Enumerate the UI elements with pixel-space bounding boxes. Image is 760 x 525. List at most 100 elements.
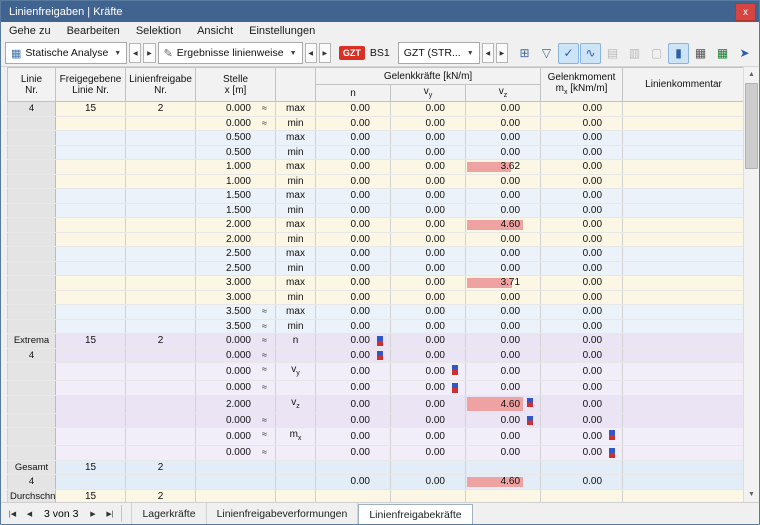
copy-table-icon[interactable]: ⊞ <box>514 43 535 64</box>
table-row[interactable]: 40.000.004.600.00 <box>8 475 744 490</box>
results-next-button[interactable]: ▶ <box>319 43 331 63</box>
scroll-thumb[interactable] <box>745 83 758 169</box>
col-header-freigegebene: FreigegebeneLinie Nr. <box>56 68 126 102</box>
cell-vy: 0.00 <box>391 102 466 117</box>
table-row[interactable]: 1.000max0.000.003.620.00 <box>8 160 744 175</box>
cell-vz: 0.00 <box>466 247 541 262</box>
pager-label: 3 von 3 <box>38 508 84 520</box>
cell-freigegebene-linie <box>56 348 126 363</box>
tab-linienfreigabekraefte[interactable]: Linienfreigabekräfte <box>358 504 472 524</box>
cell-stelle: 0.000≈ <box>196 334 276 349</box>
table-body: 41520.000≈max0.000.000.000.000.000≈min0.… <box>8 102 744 503</box>
cell-n: 0.00 <box>316 261 391 276</box>
menu-selektion[interactable]: Selektion <box>128 25 189 37</box>
pin-icon[interactable]: ➤ <box>734 43 755 64</box>
table-row[interactable]: 1.500min0.000.000.000.00 <box>8 203 744 218</box>
table-row[interactable]: 0.000≈0.000.000.000.00 <box>8 446 744 461</box>
table-row[interactable]: 2.000vz0.000.004.600.00 <box>8 395 744 413</box>
cell-mx: 0.00 <box>541 203 623 218</box>
cell-vy: 0.00 <box>391 218 466 233</box>
close-icon: x <box>743 7 748 18</box>
table-row[interactable]: 40.000≈0.000.000.000.00 <box>8 348 744 363</box>
title-bar: Linienfreigaben | Kräfte x <box>1 1 759 22</box>
divider <box>121 505 122 522</box>
filter-results-icon[interactable]: ▽ <box>536 43 557 64</box>
cell-section-label <box>8 446 56 461</box>
vertical-scrollbar[interactable]: ▲ ▼ <box>743 67 759 502</box>
table-row[interactable]: 0.000≈0.000.000.000.00 <box>8 413 744 428</box>
last-table-button[interactable]: ▶| <box>101 505 118 522</box>
table-row[interactable]: 2.500max0.000.000.000.00 <box>8 247 744 262</box>
table-row[interactable]: 2.000min0.000.000.000.00 <box>8 232 744 247</box>
show-values-icon[interactable]: ✓ <box>558 43 579 64</box>
table-row[interactable]: 3.500≈min0.000.000.000.00 <box>8 319 744 334</box>
first-table-button[interactable]: |◀ <box>4 505 21 522</box>
close-button[interactable]: x <box>735 3 756 21</box>
cell-vz: 0.00 <box>466 413 541 428</box>
menu-bearbeiten[interactable]: Bearbeiten <box>59 25 128 37</box>
combination-prev-button[interactable]: ◀ <box>482 43 494 63</box>
combination-combo[interactable]: GZT (STR... ▼ <box>398 42 480 64</box>
table-row[interactable]: 0.000≈min0.000.000.000.00 <box>8 116 744 131</box>
cell-mx <box>541 460 623 475</box>
cell-section-label <box>8 276 56 291</box>
table-row[interactable]: 41520.000≈max0.000.000.000.00 <box>8 102 744 117</box>
table-row[interactable]: 0.000≈0.000.000.000.00 <box>8 381 744 396</box>
analysis-next-button[interactable]: ▶ <box>143 43 155 63</box>
table-row[interactable]: 1.000min0.000.000.000.00 <box>8 174 744 189</box>
menu-ansicht[interactable]: Ansicht <box>189 25 241 37</box>
table-row[interactable]: 0.000≈vy0.000.000.000.00 <box>8 363 744 381</box>
cell-section-label <box>8 116 56 131</box>
approx-icon: ≈ <box>262 334 267 347</box>
cell-linienkommentar <box>623 116 743 131</box>
cell-vy: 0.00 <box>391 395 466 413</box>
excel-export-icon[interactable]: ▦ <box>712 43 733 64</box>
cell-maxmin <box>276 348 316 363</box>
scroll-down-icon[interactable]: ▼ <box>744 487 759 502</box>
analysis-prev-button[interactable]: ◀ <box>129 43 141 63</box>
table-row[interactable]: Durchschn.152 <box>8 489 744 502</box>
table-row[interactable]: 3.500≈max0.000.000.000.00 <box>8 305 744 320</box>
table-row[interactable]: 0.500min0.000.000.000.00 <box>8 145 744 160</box>
cell-freigegebene-linie: 15 <box>56 489 126 502</box>
table-row[interactable]: 3.000max0.000.003.710.00 <box>8 276 744 291</box>
cell-vz: 0.00 <box>466 363 541 381</box>
table-tabs: LagerkräfteLinienfreigabeverformungenLin… <box>131 503 472 524</box>
tab-lagerkraefte[interactable]: Lagerkräfte <box>131 503 206 524</box>
window-linienfreigaben: Linienfreigaben | Kräfte x Gehe zuBearbe… <box>0 0 760 525</box>
cell-stelle: 0.500 <box>196 131 276 146</box>
table-row[interactable]: 0.500max0.000.000.000.00 <box>8 131 744 146</box>
combination-label: GZT (STR... <box>404 47 461 59</box>
menu-einstellungen[interactable]: Einstellungen <box>241 25 323 37</box>
cell-section-label <box>8 381 56 396</box>
cell-linienkommentar <box>623 381 743 396</box>
cell-mx: 0.00 <box>541 381 623 396</box>
next-table-button[interactable]: ▶ <box>84 505 101 522</box>
cell-linienkommentar <box>623 276 743 291</box>
table-row[interactable]: 3.000min0.000.000.000.00 <box>8 290 744 305</box>
prev-table-button[interactable]: ◀ <box>21 505 38 522</box>
table-row[interactable]: 1.500max0.000.000.000.00 <box>8 189 744 204</box>
scroll-up-icon[interactable]: ▲ <box>744 67 759 82</box>
tab-linienfreigabeverformungen[interactable]: Linienfreigabeverformungen <box>207 503 359 524</box>
table-row[interactable]: Extrema1520.000≈n0.000.000.000.00 <box>8 334 744 349</box>
approx-icon: ≈ <box>262 305 267 318</box>
results-prev-button[interactable]: ◀ <box>305 43 317 63</box>
table-row[interactable]: 2.500min0.000.000.000.00 <box>8 261 744 276</box>
analysis-type-combo[interactable]: ▦ Statische Analyse ▼ <box>5 42 127 64</box>
menu-gehe-zu[interactable]: Gehe zu <box>1 25 59 37</box>
cell-maxmin: min <box>276 174 316 189</box>
cell-linienkommentar <box>623 232 743 247</box>
cell-vz: 0.00 <box>466 102 541 117</box>
cell-n: 0.00 <box>316 446 391 461</box>
table-row[interactable]: Gesamt152 <box>8 460 744 475</box>
combination-next-button[interactable]: ▶ <box>496 43 508 63</box>
results-mode-combo[interactable]: ✎ Ergebnisse linienweise ▼ <box>158 42 303 64</box>
col-header-maxmin <box>276 68 316 102</box>
cell-mx: 0.00 <box>541 290 623 305</box>
table-row[interactable]: 0.000≈mx0.000.000.000.00 <box>8 428 744 446</box>
result-diagram-icon[interactable]: ∿ <box>580 43 601 64</box>
table-row[interactable]: 2.000max0.000.004.600.00 <box>8 218 744 233</box>
table-grid-icon[interactable]: ▦ <box>690 43 711 64</box>
panel-icon[interactable]: ▮ <box>668 43 689 64</box>
